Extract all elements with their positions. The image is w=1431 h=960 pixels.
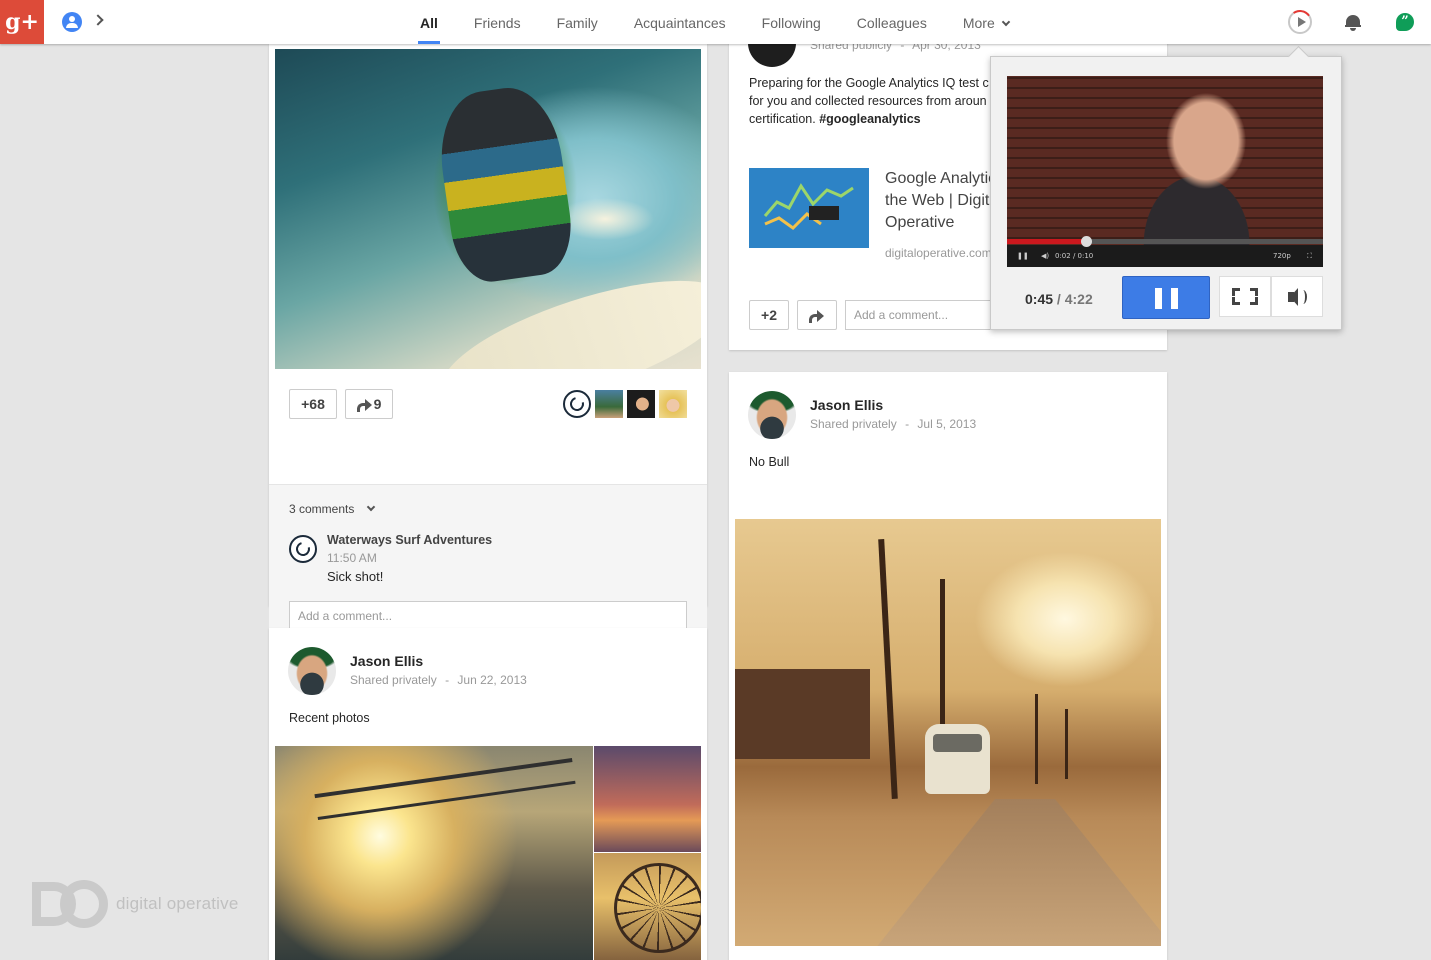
post-date[interactable]: Jun 22, 2013 [457, 673, 526, 687]
share-icon [808, 310, 824, 323]
mini-fullscreen-icon[interactable]: ⛶ [1307, 252, 1312, 261]
quality-label[interactable]: 720p [1273, 252, 1291, 260]
post-author[interactable]: Jason Ellis [350, 653, 423, 669]
link-title-line: Google Analytic [885, 170, 997, 187]
comment-input[interactable]: Add a comment... [289, 601, 687, 631]
pause-icon [1155, 288, 1162, 309]
analytics-graph-icon [763, 183, 854, 230]
author-avatar[interactable] [288, 647, 336, 695]
share-count: 9 [373, 396, 382, 412]
player-time: 0:02 / 0:10 [1055, 252, 1094, 260]
hashtag-link[interactable]: #googleanalytics [819, 112, 920, 126]
post-text: No Bull [749, 455, 790, 469]
post-meta: Shared privately - Jul 5, 2013 [810, 417, 977, 431]
stream-tabs: All Friends Family Acquaintances Followi… [402, 0, 1027, 44]
no-bull-post-card: Jason Ellis Shared privately - Jul 5, 20… [729, 372, 1167, 960]
chevron-right-icon[interactable] [92, 14, 104, 26]
sunset-chair-photo[interactable] [594, 746, 701, 852]
link-title-line: Operative [885, 214, 955, 231]
video-player[interactable]: ❚❚ ◀) 0:02 / 0:10 720p ⛶ [1007, 76, 1323, 267]
notification-bell-icon[interactable] [1345, 13, 1361, 31]
share-button[interactable]: 9 [345, 389, 393, 419]
comment-time[interactable]: 11:50 AM [327, 551, 377, 565]
ferris-wheel-photo[interactable] [594, 853, 701, 960]
tab-acquaintances[interactable]: Acquaintances [616, 0, 744, 44]
sharer-avatar[interactable] [595, 390, 623, 418]
google-plus-logo[interactable]: g+ [0, 0, 44, 44]
post-visibility[interactable]: Shared privately [350, 673, 437, 687]
chevron-down-icon [1001, 17, 1011, 27]
tab-following[interactable]: Following [744, 0, 839, 44]
sharer-avatar[interactable] [659, 390, 687, 418]
link-title-line: the Web | Digita [885, 192, 999, 209]
author-avatar[interactable] [748, 391, 796, 439]
fullscreen-icon [1232, 297, 1240, 305]
tab-family[interactable]: Family [539, 0, 616, 44]
pause-button[interactable] [1122, 276, 1210, 319]
commenter-avatar[interactable] [289, 535, 317, 563]
share-button[interactable] [797, 300, 837, 330]
plus-one-button[interactable]: +68 [289, 389, 337, 419]
volume-button[interactable] [1271, 276, 1323, 317]
sharer-avatar[interactable] [627, 390, 655, 418]
link-title[interactable]: Google Analytic the Web | Digita Operati… [885, 168, 998, 234]
digital-operative-logo [32, 880, 108, 928]
post-visibility[interactable]: Shared privately [810, 417, 897, 431]
comment-text: Sick shot! [327, 569, 384, 584]
playback-time: 0:45 / 4:22 [1025, 291, 1093, 307]
sharer-avatar[interactable] [563, 390, 591, 418]
play-activity-icon[interactable] [1286, 8, 1314, 36]
hangouts-icon[interactable]: ” [1396, 13, 1414, 31]
surf-post-card: +68 9 3 comments Waterways Surf Adventur… [269, 44, 707, 650]
comments-toggle[interactable]: 3 comments [289, 502, 375, 516]
tab-all[interactable]: All [402, 0, 456, 44]
player-progress-knob[interactable] [1081, 236, 1092, 247]
player-control-bar[interactable]: ❚❚ ◀) 0:02 / 0:10 720p ⛶ [1007, 236, 1323, 267]
post-text: Recent photos [289, 711, 370, 725]
mini-pause-icon[interactable]: ❚❚ [1017, 252, 1029, 260]
current-time: 0:45 [1025, 291, 1054, 307]
tab-more-label: More [962, 15, 995, 31]
tab-more[interactable]: More [945, 0, 1027, 44]
comment-author[interactable]: Waterways Surf Adventures [327, 533, 492, 547]
share-icon [356, 399, 372, 412]
tab-colleagues[interactable]: Colleagues [839, 0, 945, 44]
pause-icon [1171, 288, 1178, 309]
fullscreen-icon [1250, 288, 1258, 296]
fullscreen-icon [1250, 297, 1258, 305]
time-separator: / [1053, 291, 1065, 307]
link-thumbnail[interactable] [749, 168, 869, 248]
street-van-photo[interactable] [735, 519, 1161, 946]
top-bar: g+ All Friends Family Acquaintances Foll… [0, 0, 1431, 44]
post-meta: Shared privately - Jun 22, 2013 [350, 673, 527, 687]
speaker-icon [1288, 288, 1298, 306]
plus-one-button[interactable]: +2 [749, 300, 789, 330]
tab-friends[interactable]: Friends [456, 0, 539, 44]
fullscreen-button[interactable] [1219, 276, 1271, 317]
mini-volume-icon[interactable]: ◀) [1041, 252, 1049, 260]
player-progress-fill [1007, 239, 1086, 244]
fullscreen-icon [1232, 288, 1240, 296]
profile-icon[interactable] [62, 12, 82, 32]
watermark: digital operative [32, 880, 238, 928]
surf-photo[interactable] [275, 49, 701, 369]
link-domain[interactable]: digitaloperative.com [885, 246, 992, 260]
post-text-prefix: certification. [749, 112, 816, 126]
comments-count: 3 comments [289, 502, 355, 516]
sound-wave-icon [1299, 290, 1307, 304]
total-time: 4:22 [1064, 291, 1093, 307]
wave-park-photo[interactable] [275, 746, 593, 960]
recent-photos-post-card: Jason Ellis Shared privately - Jun 22, 2… [269, 628, 707, 960]
chevron-down-icon [366, 502, 375, 512]
comments-section: 3 comments Waterways Surf Adventures 11:… [269, 484, 707, 650]
video-popup: ❚❚ ◀) 0:02 / 0:10 720p ⛶ 0:45 / 4:22 [990, 56, 1342, 330]
watermark-text: digital operative [116, 894, 239, 913]
player-progress-bar[interactable] [1007, 236, 1323, 247]
post-author[interactable]: Jason Ellis [810, 397, 883, 413]
post-date[interactable]: Jul 5, 2013 [917, 417, 976, 431]
